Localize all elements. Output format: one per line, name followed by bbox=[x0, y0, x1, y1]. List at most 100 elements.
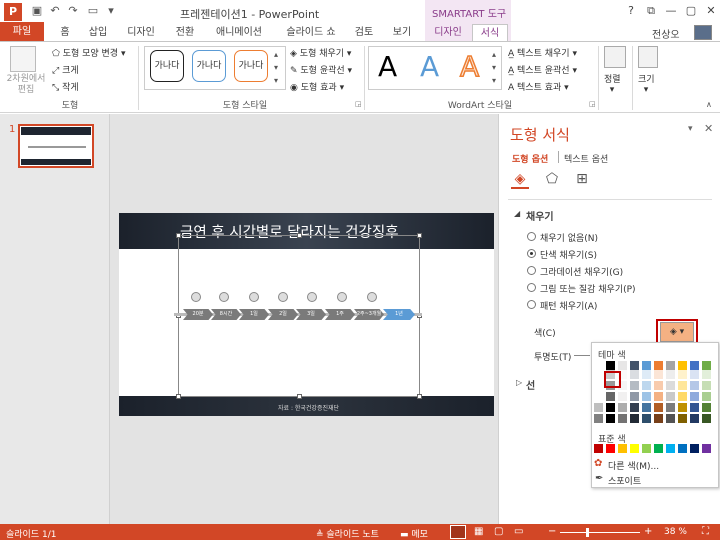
standard-color-swatch[interactable] bbox=[678, 444, 687, 453]
edit-in-2d-icon[interactable] bbox=[10, 46, 36, 72]
radio-no-fill[interactable] bbox=[527, 232, 536, 241]
slide-footer-text[interactable]: 자료 : 한국건강증진재단 bbox=[278, 403, 339, 412]
timeline-pin[interactable] bbox=[249, 292, 259, 302]
text-outline-button[interactable]: A̲ 텍스트 윤곽선 ▾ bbox=[508, 63, 577, 76]
theme-color-swatch[interactable] bbox=[666, 392, 675, 401]
theme-color-swatch[interactable] bbox=[642, 392, 651, 401]
theme-color-swatch[interactable] bbox=[666, 370, 675, 379]
timeline-step[interactable]: 1주 bbox=[325, 309, 355, 320]
help-icon[interactable]: ? bbox=[622, 3, 640, 19]
theme-color-swatch[interactable] bbox=[690, 414, 699, 423]
more-colors-item[interactable]: 다른 색(M)... bbox=[608, 459, 659, 472]
zoom-slider[interactable] bbox=[560, 532, 640, 533]
tab-view[interactable]: 보기 bbox=[386, 24, 418, 42]
timeline-step[interactable]: 2주~3개월 bbox=[354, 309, 384, 320]
theme-color-swatch[interactable] bbox=[630, 414, 639, 423]
timeline-pin[interactable] bbox=[191, 292, 201, 302]
gallery-scroll[interactable]: ▴ ▾ ▾ bbox=[274, 48, 278, 87]
theme-color-swatch[interactable] bbox=[594, 392, 603, 401]
tab-insert[interactable]: 삽입 bbox=[82, 24, 114, 42]
close-button[interactable]: ✕ bbox=[702, 3, 720, 19]
normal-view-icon[interactable] bbox=[450, 525, 466, 539]
theme-color-swatch[interactable] bbox=[678, 403, 687, 412]
theme-color-swatch[interactable] bbox=[642, 361, 651, 370]
timeline-step[interactable]: 1일 bbox=[239, 309, 269, 320]
tab-smartart-format[interactable]: 서식 bbox=[472, 24, 508, 42]
theme-color-swatch[interactable] bbox=[666, 414, 675, 423]
wordart-style-blue[interactable]: A bbox=[420, 50, 439, 83]
wordart-gallery-scroll[interactable]: ▴ ▾ ▾ bbox=[492, 48, 496, 87]
radio-solid-fill[interactable] bbox=[527, 249, 536, 258]
reading-view-icon[interactable]: ▢ bbox=[494, 526, 503, 537]
standard-color-swatch[interactable] bbox=[630, 444, 639, 453]
theme-color-swatch[interactable] bbox=[690, 381, 699, 390]
timeline-pin[interactable] bbox=[219, 292, 229, 302]
edit-in-2d-button[interactable]: 2차원에서 편집 bbox=[4, 74, 48, 96]
expand-line-icon[interactable]: ▷ bbox=[516, 378, 522, 387]
theme-color-swatch[interactable] bbox=[702, 381, 711, 390]
fit-slide-icon[interactable]: ⛶ bbox=[702, 526, 709, 537]
theme-color-swatch[interactable] bbox=[678, 414, 687, 423]
avatar[interactable] bbox=[694, 25, 712, 40]
theme-color-swatch[interactable] bbox=[702, 414, 711, 423]
change-shape-button[interactable]: ⬠ 도형 모양 변경 ▾ bbox=[52, 46, 125, 59]
larger-button[interactable]: ⤢ 크게 bbox=[52, 63, 79, 76]
theme-color-swatch[interactable] bbox=[690, 403, 699, 412]
file-tab[interactable]: 파일 bbox=[0, 22, 44, 42]
standard-color-swatch[interactable] bbox=[666, 444, 675, 453]
notes-button[interactable]: ≜ 슬라이드 노트 bbox=[316, 527, 379, 540]
fill-color-dropdown[interactable]: ◈ ▾ bbox=[660, 322, 694, 342]
standard-color-swatch[interactable] bbox=[702, 444, 711, 453]
line-section-header[interactable]: 선 bbox=[526, 377, 535, 392]
theme-color-swatch[interactable] bbox=[594, 370, 603, 379]
customize-toolbar-icon[interactable]: ▾ bbox=[104, 4, 118, 18]
zoom-in-icon[interactable]: + bbox=[644, 526, 652, 537]
radio-picture-fill[interactable] bbox=[527, 283, 536, 292]
shape-style-orange[interactable]: 가나다 bbox=[234, 50, 268, 82]
radio-pattern-fill-label[interactable]: 패턴 채우기(A) bbox=[540, 299, 597, 312]
theme-color-swatch[interactable] bbox=[630, 361, 639, 370]
theme-color-swatch[interactable] bbox=[630, 392, 639, 401]
collapse-fill-icon[interactable]: ◢ bbox=[514, 209, 520, 218]
comments-button[interactable]: ▬ 메모 bbox=[400, 527, 428, 540]
timeline-pin[interactable] bbox=[307, 292, 317, 302]
theme-color-swatch[interactable] bbox=[594, 381, 603, 390]
timeline-step[interactable]: 8시간 bbox=[211, 309, 241, 320]
theme-color-swatch[interactable] bbox=[654, 392, 663, 401]
timeline-pin[interactable] bbox=[337, 292, 347, 302]
pane-options-icon[interactable]: ▾ bbox=[688, 124, 693, 134]
resize-handle[interactable] bbox=[297, 394, 302, 399]
theme-color-swatch[interactable] bbox=[594, 403, 603, 412]
slideshow-view-icon[interactable]: ▭ bbox=[514, 526, 523, 537]
theme-color-swatch[interactable] bbox=[678, 381, 687, 390]
shape-style-dark[interactable]: 가나다 bbox=[150, 50, 184, 82]
tab-smartart-design[interactable]: 디자인 bbox=[428, 24, 468, 42]
tab-shape-options[interactable]: 도형 옵션 bbox=[512, 152, 548, 165]
resize-handle[interactable] bbox=[176, 233, 181, 238]
theme-color-swatch[interactable] bbox=[642, 381, 651, 390]
theme-color-swatch[interactable] bbox=[678, 361, 687, 370]
fill-section-header[interactable]: 채우기 bbox=[526, 208, 554, 223]
theme-color-swatch[interactable] bbox=[702, 403, 711, 412]
theme-color-swatch[interactable] bbox=[630, 381, 639, 390]
radio-gradient-fill-label[interactable]: 그라데이션 채우기(G) bbox=[540, 265, 623, 278]
dialog-launcher-icon[interactable]: ◲ bbox=[589, 100, 596, 108]
radio-picture-fill-label[interactable]: 그림 또는 질감 채우기(P) bbox=[540, 282, 636, 295]
resize-handle[interactable] bbox=[297, 233, 302, 238]
size-properties-icon[interactable]: ⊞ bbox=[573, 171, 591, 189]
standard-color-swatch[interactable] bbox=[618, 444, 627, 453]
theme-color-swatch[interactable] bbox=[606, 361, 615, 370]
shape-outline-button[interactable]: ✎ 도형 윤곽선 ▾ bbox=[290, 63, 352, 76]
theme-color-swatch[interactable] bbox=[618, 414, 627, 423]
shape-fill-button[interactable]: ◈ 도형 채우기 ▾ bbox=[290, 46, 351, 59]
zoom-slider-thumb[interactable] bbox=[586, 528, 589, 537]
transparency-slider[interactable] bbox=[574, 355, 590, 356]
theme-color-swatch[interactable] bbox=[666, 361, 675, 370]
theme-color-swatch[interactable] bbox=[642, 414, 651, 423]
timeline-step[interactable]: 20분 bbox=[183, 309, 213, 320]
text-effects-button[interactable]: A 텍스트 효과 ▾ bbox=[508, 80, 569, 93]
theme-color-swatch[interactable] bbox=[666, 403, 675, 412]
theme-color-swatch[interactable] bbox=[654, 381, 663, 390]
theme-color-swatch[interactable] bbox=[690, 370, 699, 379]
theme-color-swatch[interactable] bbox=[654, 414, 663, 423]
